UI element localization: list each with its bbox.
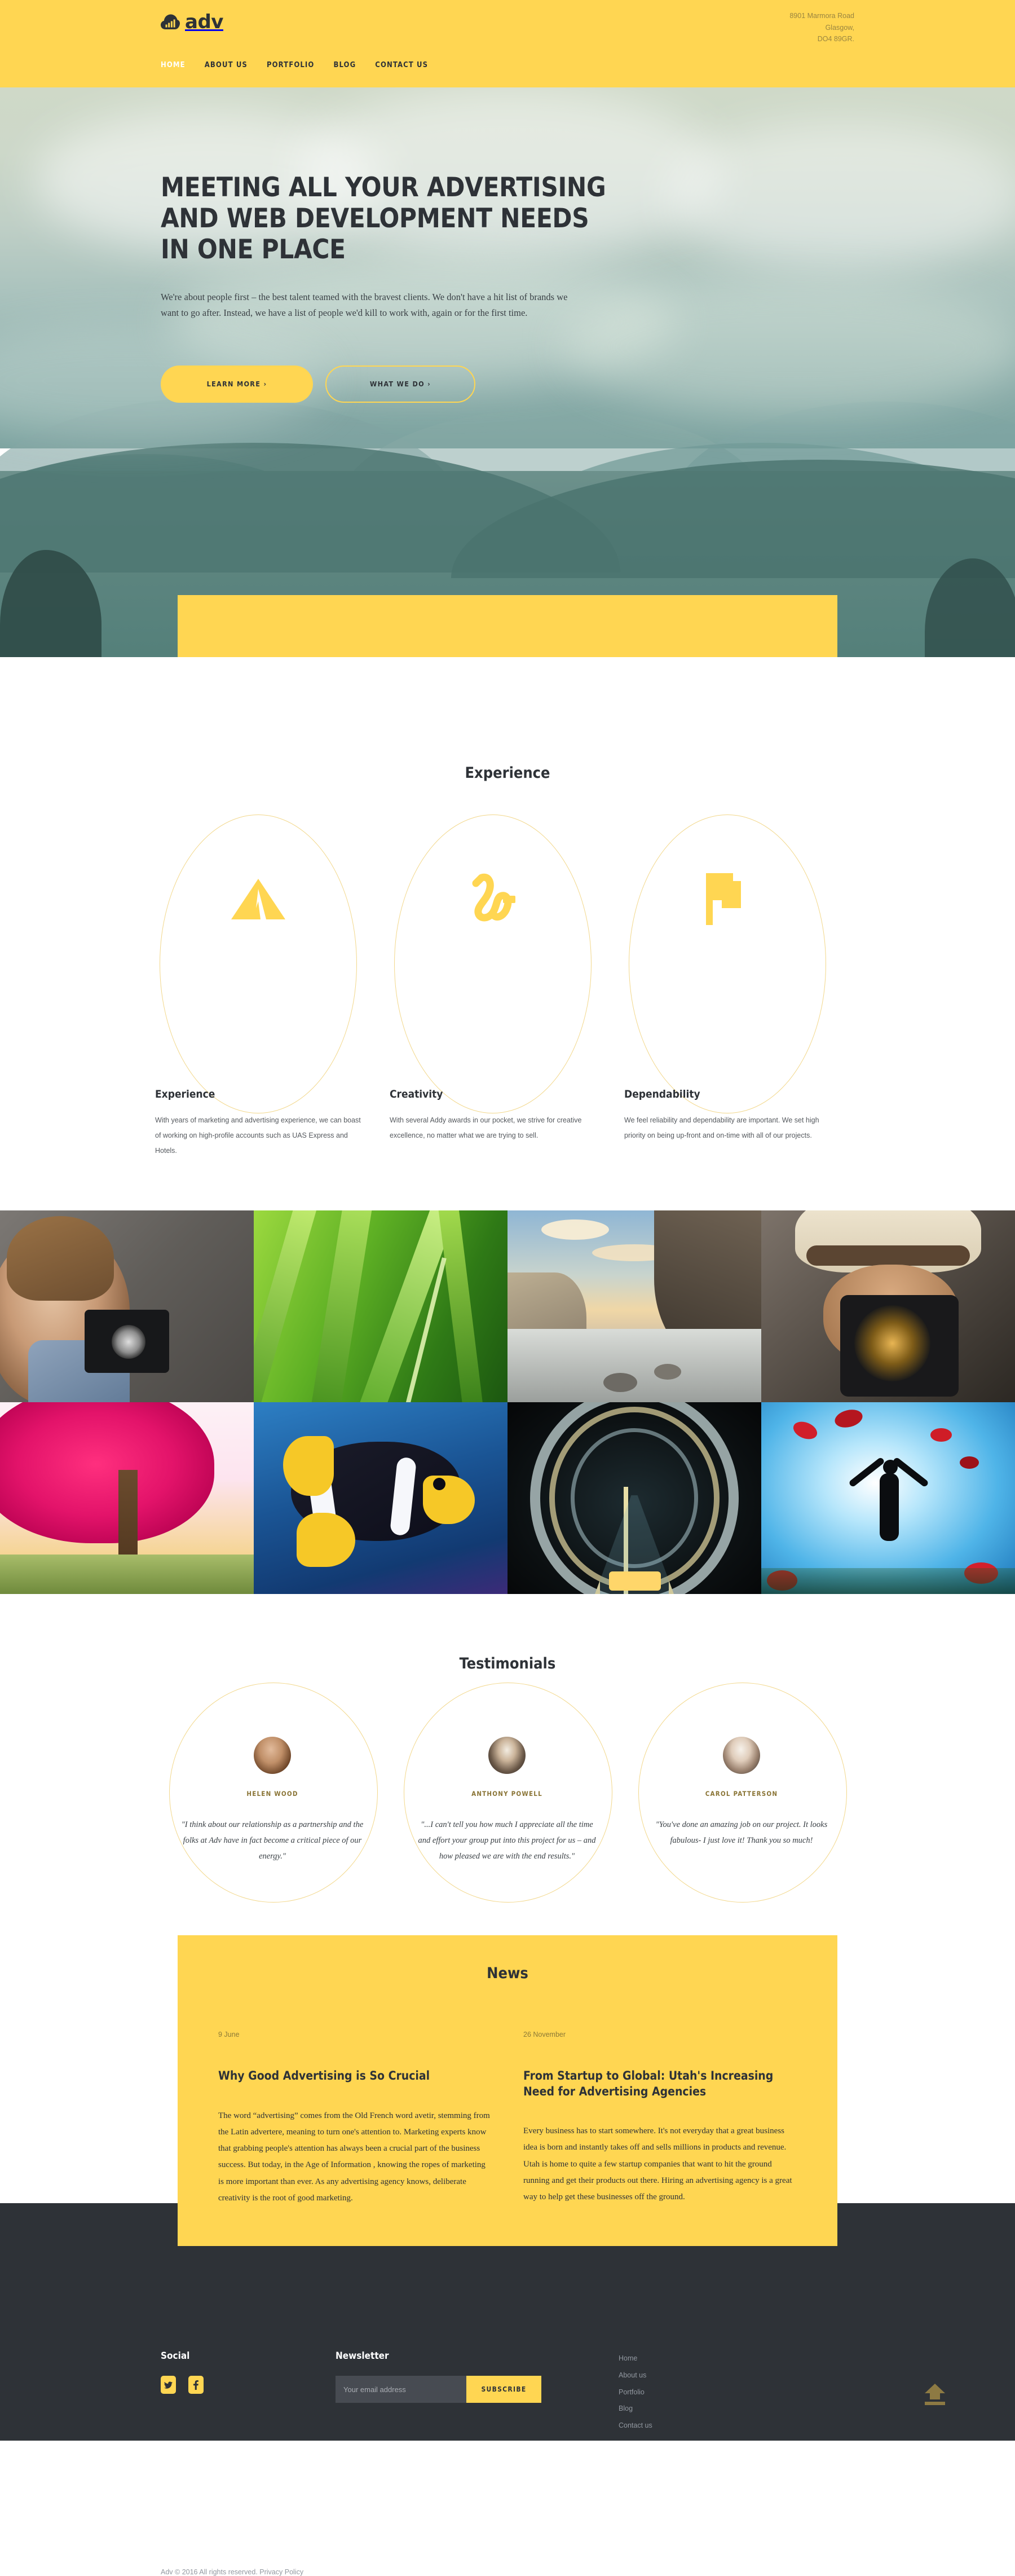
nav-item-contact-us[interactable]: CONTACT US	[375, 61, 428, 69]
what-we-do-button[interactable]: WHAT WE DO ›	[325, 365, 475, 403]
squiggle-icon	[472, 873, 515, 922]
subscribe-button[interactable]: SUBSCRIBE	[466, 2376, 541, 2403]
footer-nav: Home About us Portfolio Blog Contact us	[619, 2350, 652, 2434]
dependability-card: Dependability We feel reliability and de…	[624, 814, 859, 1159]
footer-copyright: Adv © 2016 All rights reserved. Privacy …	[161, 2568, 303, 2576]
newsletter-heading: Newsletter	[336, 2350, 389, 2362]
gallery-row	[0, 1402, 1015, 1594]
cloud-bar-chart-icon	[161, 14, 180, 29]
page-root: adv HOME ABOUT US PORTFOLIO BLOG CONTACT…	[0, 0, 1015, 2576]
hero-paragraph: We're about people first – the best tale…	[161, 291, 568, 319]
portfolio-gallery	[0, 1210, 1015, 1594]
site-logo[interactable]: adv	[161, 12, 223, 32]
nav-item-blog[interactable]: BLOG	[333, 61, 356, 69]
footer-nav-item-contact-us[interactable]: Contact us	[619, 2418, 652, 2434]
creativity-card-text: With several Addy awards in our pocket, …	[390, 1116, 582, 1139]
footer-newsletter-column: Newsletter SUBSCRIBE	[336, 2350, 541, 2403]
facebook-f-glyph	[193, 2380, 198, 2390]
facebook-icon[interactable]	[188, 2376, 204, 2394]
anthony-powell-avatar	[488, 1736, 526, 1774]
arrow-up-icon	[925, 2384, 945, 2406]
news-article-body: Every business has to start somewhere. I…	[523, 2126, 792, 2202]
scroll-to-top-button[interactable]	[923, 2381, 947, 2406]
gallery-item-woman-in-hat-with-dslr[interactable]	[761, 1210, 1015, 1402]
experience-section: Experience Experience With years of mark…	[0, 657, 1015, 1159]
news-section: News 9 June Why Good Advertising is So C…	[178, 1935, 837, 2247]
news-article-body: The word “advertising” comes from the Ol…	[218, 2111, 490, 2203]
news-date: 26 November	[523, 2031, 566, 2039]
gallery-item-green-grass-blades-macro[interactable]	[254, 1210, 508, 1402]
experience-title: Experience	[465, 764, 550, 782]
address-line-3: DO4 89GR.	[817, 35, 854, 43]
helen-wood-avatar	[254, 1736, 291, 1774]
testimonial-name: ANTHONY POWELL	[471, 1789, 542, 1798]
footer-social-column: Social	[161, 2350, 204, 2394]
hero-title: MEETING ALL YOUR ADVERTISING AND WEB DEV…	[161, 172, 606, 265]
site-header: adv HOME ABOUT US PORTFOLIO BLOG CONTACT…	[0, 0, 1015, 87]
footer-nav-item-about-us[interactable]: About us	[619, 2367, 652, 2384]
mountain-icon	[231, 879, 285, 919]
testimonial-card: ANTHONY POWELL "...I can't tell you how …	[390, 1682, 624, 1903]
footer-nav-item-portfolio[interactable]: Portfolio	[619, 2384, 652, 2401]
gallery-item-yellow-black-clownfish[interactable]	[254, 1402, 508, 1594]
testimonials-title: Testimonials	[459, 1654, 556, 1672]
hero-section: MEETING ALL YOUR ADVERTISING AND WEB DEV…	[0, 87, 1015, 657]
news-article-title: From Startup to Global: Utah's Increasin…	[523, 2069, 774, 2098]
experience-card-text: With years of marketing and advertising …	[155, 1116, 361, 1155]
nav-item-portfolio[interactable]: PORTFOLIO	[267, 61, 315, 69]
logo-text: adv	[185, 11, 223, 33]
gallery-item-woman-with-vintage-camera[interactable]	[0, 1210, 254, 1402]
testimonial-card: HELEN WOOD "I think about our relationsh…	[155, 1682, 390, 1903]
main-nav: HOME ABOUT US PORTFOLIO BLOG CONTACT US	[161, 61, 447, 69]
testimonial-name: HELEN WOOD	[246, 1789, 298, 1798]
twitter-icon[interactable]	[161, 2376, 176, 2394]
creativity-card: Creativity With several Addy awards in o…	[390, 814, 624, 1159]
privacy-policy-link[interactable]: Privacy Policy	[259, 2568, 303, 2576]
dependability-card-heading: Dependability	[624, 1088, 700, 1100]
footer-nav-item-home[interactable]: Home	[619, 2350, 652, 2367]
nav-item-home[interactable]: HOME	[161, 61, 186, 69]
testimonial-quote: "I think about our relationship as a par…	[181, 1820, 364, 1861]
gallery-item-silhouette-arms-raised-poppies[interactable]	[761, 1402, 1015, 1594]
gallery-row	[0, 1210, 1015, 1402]
news-article[interactable]: 9 June Why Good Advertising is So Crucia…	[218, 2031, 492, 2207]
hero-buttons: LEARN MORE › WHAT WE DO ›	[161, 365, 860, 403]
newsletter-form: SUBSCRIBE	[336, 2376, 541, 2403]
carol-patterson-avatar	[723, 1736, 760, 1774]
copyright-text: Adv © 2016 All rights reserved.	[161, 2568, 258, 2576]
address-line-2: Glasgow,	[825, 23, 854, 32]
experience-card: Experience With years of marketing and a…	[155, 814, 390, 1159]
testimonial-quote: "You've done an amazing job on our proje…	[655, 1820, 828, 1845]
testimonials-section: Testimonials HELEN WOOD "I think about o…	[0, 1654, 1015, 1903]
dependability-card-text: We feel reliability and dependability ar…	[624, 1116, 819, 1139]
twitter-bird-glyph	[164, 2381, 173, 2389]
header-address: 8901 Marmora Road Glasgow, DO4 89GR.	[789, 10, 854, 45]
news-article[interactable]: 26 November From Startup to Global: Utah…	[523, 2031, 797, 2207]
testimonial-card: CAROL PATTERSON "You've done an amazing …	[624, 1682, 859, 1903]
about-company-card: About the company We make things that su…	[178, 595, 837, 657]
news-article-title: Why Good Advertising is So Crucial	[218, 2069, 430, 2083]
nav-item-about-us[interactable]: ABOUT US	[205, 61, 248, 69]
news-date: 9 June	[218, 2031, 240, 2039]
gallery-item-ferris-wheel-long-exposure[interactable]	[508, 1402, 761, 1594]
gallery-item-pink-blossom-tree[interactable]	[0, 1402, 254, 1594]
social-heading: Social	[161, 2350, 190, 2362]
creativity-card-heading: Creativity	[390, 1088, 443, 1100]
flag-icon	[706, 873, 741, 925]
learn-more-button[interactable]: LEARN MORE ›	[161, 365, 313, 403]
testimonial-name: CAROL PATTERSON	[705, 1789, 778, 1798]
footer-nav-item-blog[interactable]: Blog	[619, 2401, 652, 2418]
gallery-item-sunset-rocky-coastline[interactable]	[508, 1210, 761, 1402]
address-line-1: 8901 Marmora Road	[789, 12, 854, 20]
newsletter-email-input[interactable]	[336, 2376, 466, 2403]
testimonial-quote: "...I can't tell you how much I apprecia…	[418, 1820, 596, 1861]
experience-card-heading: Experience	[155, 1088, 215, 1100]
news-title: News	[487, 1965, 528, 1983]
